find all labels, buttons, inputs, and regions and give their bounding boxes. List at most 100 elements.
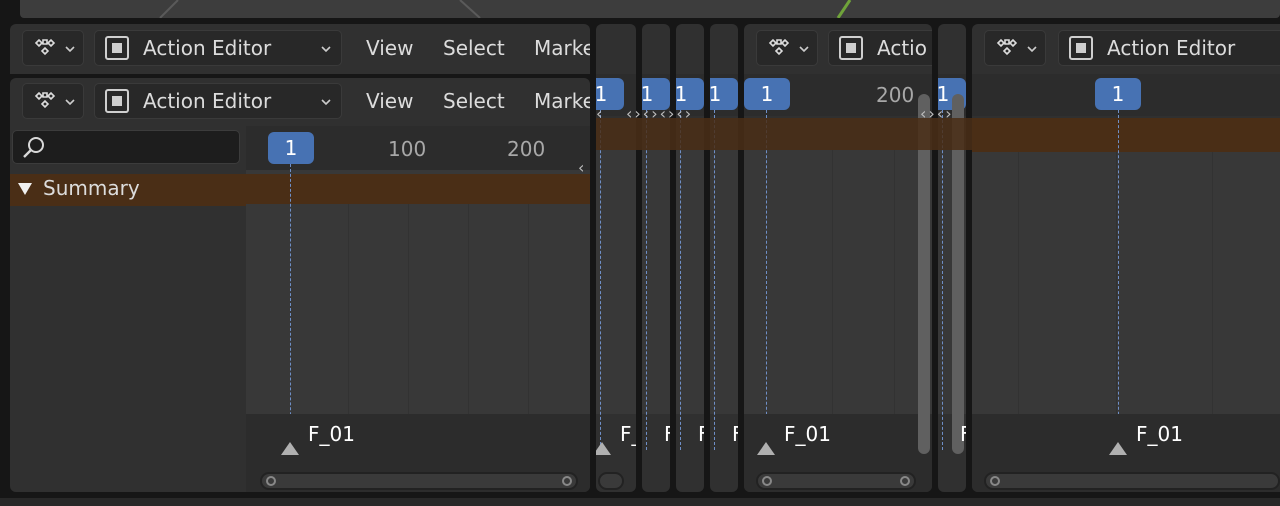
- grid-line: [408, 204, 409, 414]
- channel-summary-row[interactable]: Summary: [10, 174, 246, 206]
- editor-upper-left: Action Editor View Select Marke: [10, 24, 590, 74]
- editor-main-left: Action Editor View Select Marke Summary …: [10, 78, 590, 492]
- grid-line: [1018, 152, 1019, 414]
- editor-narrow-1: 1 F_: [596, 24, 636, 492]
- action-editor-icon: [105, 36, 129, 60]
- editor-type-label: Action Editor: [143, 89, 272, 113]
- keyframe-area[interactable]: [744, 150, 932, 414]
- ruler-tick: 200: [507, 137, 546, 161]
- action-editor-icon: [839, 36, 863, 60]
- keyframe-area: [596, 150, 636, 414]
- editor-type-label: Action Editor: [143, 36, 272, 60]
- editor-middle: Actio 1 200 F_01: [744, 24, 932, 492]
- playhead-line: [714, 110, 715, 450]
- grid-line: [832, 150, 833, 414]
- dopesheet-mode-icon: [768, 38, 790, 56]
- menu-marker[interactable]: Marke: [534, 89, 590, 113]
- chevron-down-icon: [799, 46, 809, 53]
- editor-narrow-4: 1 F: [710, 24, 738, 492]
- menu-view[interactable]: View: [366, 36, 413, 60]
- playhead-line: [290, 164, 291, 450]
- chevron-down-icon: [321, 99, 331, 106]
- grid-line: [1212, 152, 1213, 414]
- horizontal-scrollbar[interactable]: [598, 472, 624, 490]
- playhead-line: [1118, 110, 1119, 450]
- summary-track: [972, 118, 1280, 152]
- current-frame-indicator[interactable]: 1: [710, 78, 738, 110]
- editor-type-dropdown[interactable]: Action Editor: [1058, 30, 1280, 66]
- editor-right: Action Editor 1 F_01: [972, 24, 1280, 492]
- search-field[interactable]: [12, 130, 240, 164]
- collapse-arrow-icon[interactable]: ‹: [578, 158, 586, 177]
- horizontal-scrollbar[interactable]: [756, 472, 916, 490]
- current-frame-indicator[interactable]: 1: [268, 132, 314, 164]
- editor-type-dropdown[interactable]: Action Editor: [94, 83, 342, 119]
- menu-marker[interactable]: Marke: [534, 36, 590, 60]
- region-arrows-icon[interactable]: ‹›‹›‹›‹›: [626, 104, 693, 123]
- editor-narrow-2: 1 F: [642, 24, 670, 492]
- horizontal-scrollbar[interactable]: [984, 472, 1280, 490]
- dopesheet-mode-icon: [34, 91, 56, 109]
- editor-narrow-3: 1 F: [676, 24, 704, 492]
- chevron-down-icon: [65, 46, 75, 53]
- horizontal-scrollbar[interactable]: [260, 472, 578, 490]
- keyframe-area[interactable]: [246, 170, 590, 414]
- marker-triangle[interactable]: [757, 442, 775, 455]
- marker-triangle[interactable]: [281, 442, 299, 455]
- marker-label: F: [732, 422, 738, 446]
- editor-mode-dropdown[interactable]: [22, 30, 84, 66]
- marker-triangle[interactable]: [596, 442, 611, 455]
- marker-label: F_: [620, 422, 636, 446]
- scroll-handle-right[interactable]: [900, 476, 910, 486]
- grid-line: [894, 150, 895, 414]
- editor-mode-dropdown[interactable]: [984, 30, 1046, 66]
- marker-label: F_01: [308, 422, 355, 446]
- playhead-line: [942, 110, 943, 450]
- grid-line: [528, 204, 529, 414]
- disclosure-triangle-icon[interactable]: [18, 183, 32, 195]
- current-frame-indicator[interactable]: 1: [744, 78, 790, 110]
- action-editor-icon: [1069, 36, 1093, 60]
- marker-label: F: [960, 422, 966, 446]
- menu-select[interactable]: Select: [443, 89, 505, 113]
- marker-triangle[interactable]: [1109, 442, 1127, 455]
- region-arrows-icon[interactable]: ‹›‹›: [920, 104, 954, 123]
- summary-label: Summary: [43, 176, 140, 200]
- editor-type-dropdown[interactable]: Action Editor: [94, 30, 342, 66]
- collapse-arrow-icon[interactable]: ‹: [596, 104, 604, 123]
- scroll-handle-left[interactable]: [762, 476, 772, 486]
- bottom-border: [0, 498, 1280, 506]
- marker-label: F_01: [1136, 422, 1183, 446]
- grid-line: [468, 204, 469, 414]
- dopesheet-mode-icon: [34, 38, 56, 56]
- marker-label: F: [698, 422, 704, 446]
- marker-label: F_01: [784, 422, 831, 446]
- marker-label: F: [664, 422, 670, 446]
- grid-line: [348, 204, 349, 414]
- editor-type-label: Action Editor: [1107, 36, 1236, 60]
- editor-narrow-5: 1 F: [938, 24, 966, 492]
- ruler-tick: 200: [876, 83, 915, 107]
- grid-line: [1116, 152, 1117, 414]
- dopesheet-mode-icon: [996, 38, 1018, 56]
- playhead-line: [646, 110, 647, 450]
- viewport-line-graphic: [159, 0, 852, 18]
- chevron-down-icon: [321, 46, 331, 53]
- playhead-line: [766, 110, 767, 450]
- menu-view[interactable]: View: [366, 89, 413, 113]
- chevron-down-icon: [1027, 46, 1037, 53]
- chevron-down-icon: [65, 99, 75, 106]
- editor-mode-dropdown[interactable]: [22, 83, 84, 119]
- scroll-handle-left[interactable]: [266, 476, 276, 486]
- scroll-handle-left[interactable]: [990, 476, 1000, 486]
- summary-track: [246, 174, 590, 204]
- editor-type-dropdown[interactable]: Actio: [828, 30, 932, 66]
- playhead-line: [600, 110, 601, 450]
- scroll-handle-right[interactable]: [562, 476, 572, 486]
- search-icon: [23, 137, 44, 158]
- current-frame-indicator[interactable]: 1: [1095, 78, 1141, 110]
- action-editor-icon: [105, 89, 129, 113]
- editor-type-label: Actio: [877, 36, 927, 60]
- menu-select[interactable]: Select: [443, 36, 505, 60]
- editor-mode-dropdown[interactable]: [756, 30, 818, 66]
